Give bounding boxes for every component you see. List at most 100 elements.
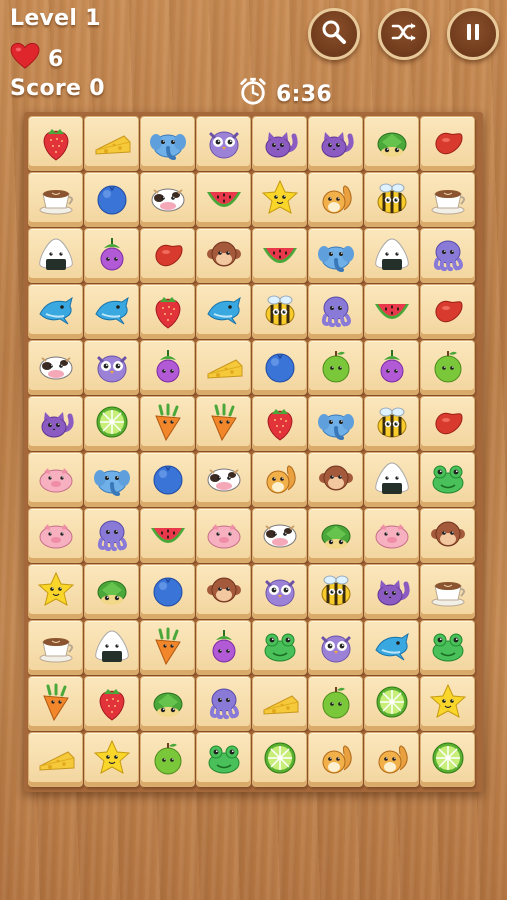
tile-elephant[interactable] <box>84 452 139 507</box>
tile-frog[interactable] <box>252 620 307 675</box>
tile-apple[interactable] <box>308 340 363 395</box>
tile-bean[interactable] <box>420 284 475 339</box>
tile-elephant[interactable] <box>140 116 195 171</box>
tile-owl[interactable] <box>308 620 363 675</box>
tile-octopus[interactable] <box>84 508 139 563</box>
tile-owl[interactable] <box>252 564 307 619</box>
tile-lime[interactable] <box>364 676 419 731</box>
tile-octopus[interactable] <box>308 284 363 339</box>
tile-watermelon[interactable] <box>364 284 419 339</box>
tile-cheese[interactable] <box>28 732 83 787</box>
tile-eggplant[interactable] <box>364 340 419 395</box>
tile-cow[interactable] <box>28 340 83 395</box>
tile-strawberry[interactable] <box>252 396 307 451</box>
tile-cat[interactable] <box>252 116 307 171</box>
tile-coffee[interactable] <box>420 564 475 619</box>
tile-carrot[interactable] <box>196 396 251 451</box>
tile-apple[interactable] <box>308 676 363 731</box>
tile-star[interactable] <box>420 676 475 731</box>
tile-eggplant[interactable] <box>140 340 195 395</box>
tile-owl[interactable] <box>196 116 251 171</box>
bee-icon <box>370 400 414 448</box>
hint-button[interactable] <box>308 8 360 60</box>
tile-strawberry[interactable] <box>84 676 139 731</box>
tile-blueberry[interactable] <box>84 172 139 227</box>
tile-bean[interactable] <box>420 116 475 171</box>
tile-blueberry[interactable] <box>252 340 307 395</box>
tile-turtle[interactable] <box>140 676 195 731</box>
tile-squirrel[interactable] <box>308 172 363 227</box>
tile-watermelon[interactable] <box>252 228 307 283</box>
tile-frog[interactable] <box>196 732 251 787</box>
tile-blueberry[interactable] <box>140 564 195 619</box>
tile-bee[interactable] <box>364 172 419 227</box>
tile-apple[interactable] <box>140 732 195 787</box>
tile-strawberry[interactable] <box>140 284 195 339</box>
tile-cat[interactable] <box>28 396 83 451</box>
tile-strawberry[interactable] <box>28 116 83 171</box>
tile-pig[interactable] <box>28 508 83 563</box>
tile-star[interactable] <box>252 172 307 227</box>
tile-frog[interactable] <box>420 620 475 675</box>
tile-coffee[interactable] <box>28 620 83 675</box>
tile-octopus[interactable] <box>196 676 251 731</box>
tile-carrot[interactable] <box>28 676 83 731</box>
tile-bean[interactable] <box>140 228 195 283</box>
tile-dolphin[interactable] <box>364 620 419 675</box>
tile-lime[interactable] <box>84 396 139 451</box>
tile-onigiri[interactable] <box>364 228 419 283</box>
tile-monkey[interactable] <box>420 508 475 563</box>
tile-turtle[interactable] <box>308 508 363 563</box>
tile-squirrel[interactable] <box>252 452 307 507</box>
tile-cheese[interactable] <box>84 116 139 171</box>
tile-bee[interactable] <box>308 564 363 619</box>
tile-cheese[interactable] <box>196 340 251 395</box>
tile-owl[interactable] <box>84 340 139 395</box>
tile-lime[interactable] <box>420 732 475 787</box>
tile-cat[interactable] <box>308 116 363 171</box>
tile-squirrel[interactable] <box>308 732 363 787</box>
tile-pig[interactable] <box>28 452 83 507</box>
tile-carrot[interactable] <box>140 396 195 451</box>
tile-cat[interactable] <box>364 564 419 619</box>
tile-octopus[interactable] <box>420 228 475 283</box>
tile-turtle[interactable] <box>84 564 139 619</box>
tile-dolphin[interactable] <box>28 284 83 339</box>
tile-turtle[interactable] <box>364 116 419 171</box>
tile-monkey[interactable] <box>308 452 363 507</box>
tile-dolphin[interactable] <box>196 284 251 339</box>
tile-dolphin[interactable] <box>84 284 139 339</box>
tile-coffee[interactable] <box>28 172 83 227</box>
tile-elephant[interactable] <box>308 396 363 451</box>
tile-bean[interactable] <box>420 396 475 451</box>
tile-cow[interactable] <box>252 508 307 563</box>
tile-bee[interactable] <box>252 284 307 339</box>
tile-apple[interactable] <box>420 340 475 395</box>
tile-cheese[interactable] <box>252 676 307 731</box>
tile-cow[interactable] <box>196 452 251 507</box>
tile-onigiri[interactable] <box>28 228 83 283</box>
pause-button[interactable] <box>447 8 499 60</box>
tile-star[interactable] <box>84 732 139 787</box>
tile-cow[interactable] <box>140 172 195 227</box>
tile-onigiri[interactable] <box>84 620 139 675</box>
tile-onigiri[interactable] <box>364 452 419 507</box>
tile-eggplant[interactable] <box>196 620 251 675</box>
tile-watermelon[interactable] <box>196 172 251 227</box>
tile-pig[interactable] <box>196 508 251 563</box>
shuffle-button[interactable] <box>378 8 430 60</box>
tile-carrot[interactable] <box>140 620 195 675</box>
tile-coffee[interactable] <box>420 172 475 227</box>
tile-blueberry[interactable] <box>140 452 195 507</box>
tile-elephant[interactable] <box>308 228 363 283</box>
tile-lime[interactable] <box>252 732 307 787</box>
tile-squirrel[interactable] <box>364 732 419 787</box>
tile-frog[interactable] <box>420 452 475 507</box>
tile-monkey[interactable] <box>196 228 251 283</box>
tile-eggplant[interactable] <box>84 228 139 283</box>
tile-bee[interactable] <box>364 396 419 451</box>
tile-monkey[interactable] <box>196 564 251 619</box>
tile-star[interactable] <box>28 564 83 619</box>
tile-watermelon[interactable] <box>140 508 195 563</box>
tile-pig[interactable] <box>364 508 419 563</box>
